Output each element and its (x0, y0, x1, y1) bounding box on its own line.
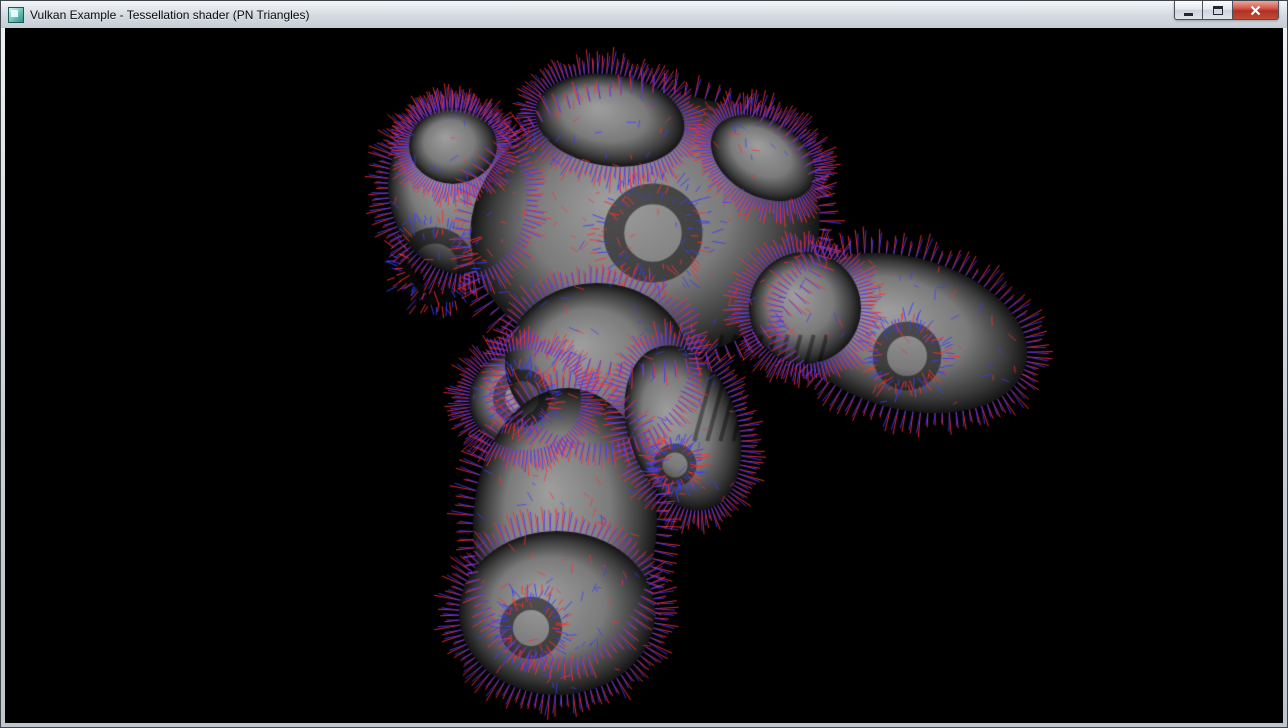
window-controls (1174, 1, 1279, 20)
client-area (5, 28, 1283, 723)
window-title: Vulkan Example - Tessellation shader (PN… (30, 8, 309, 22)
viewport-canvas[interactable] (5, 28, 1283, 723)
close-button[interactable] (1232, 1, 1279, 20)
app-window: Vulkan Example - Tessellation shader (PN… (0, 0, 1288, 728)
app-icon[interactable] (8, 7, 24, 23)
titlebar[interactable]: Vulkan Example - Tessellation shader (PN… (1, 1, 1287, 28)
maximize-icon (1213, 6, 1223, 15)
maximize-button[interactable] (1203, 1, 1232, 20)
minimize-icon (1184, 13, 1193, 16)
minimize-button[interactable] (1174, 1, 1203, 20)
close-icon (1250, 5, 1261, 16)
